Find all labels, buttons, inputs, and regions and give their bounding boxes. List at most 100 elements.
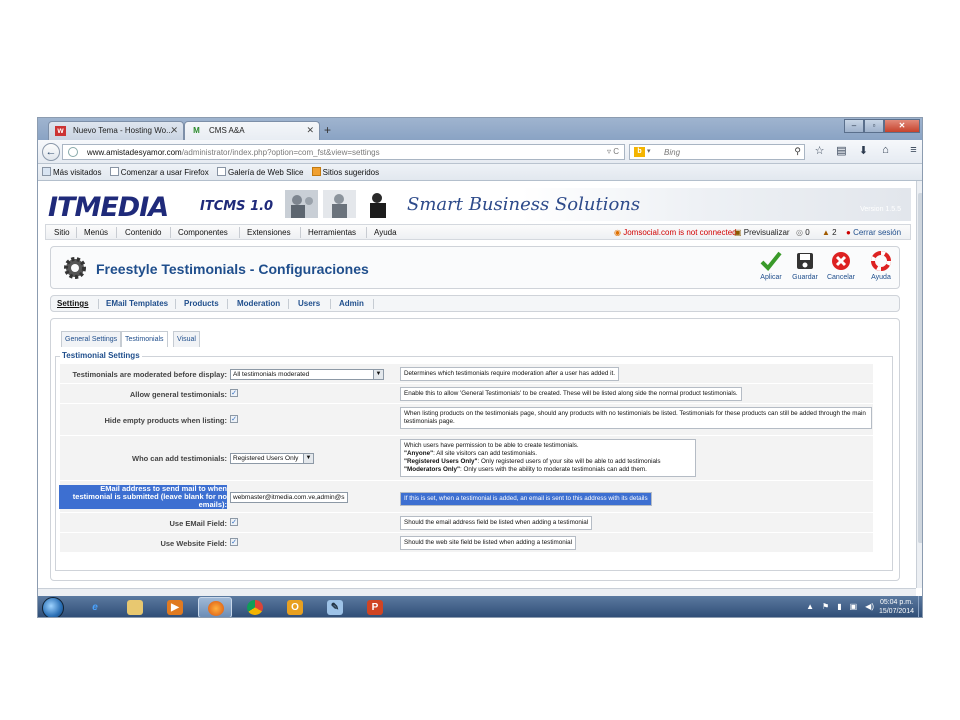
url-bar[interactable]: www.amistadesyamor.com/administrator/ind… — [62, 144, 625, 160]
logout-icon: ● — [846, 228, 854, 237]
tab-visual[interactable]: Visual — [173, 331, 200, 347]
setting-description: Determines which testimonials require mo… — [400, 367, 620, 381]
setting-label: Use Website Field: — [160, 539, 227, 548]
menu-divider — [300, 227, 301, 238]
taskbar-notes[interactable]: ✎ — [318, 597, 352, 617]
menu-divider — [239, 227, 240, 238]
menu-sitio[interactable]: Sitio — [54, 228, 70, 237]
jomsocial-status[interactable]: ◉ Jomsocial.com is not connected — [614, 228, 737, 237]
start-button[interactable] — [42, 597, 64, 617]
taskbar-outlook[interactable]: O — [278, 597, 312, 617]
show-desktop-button[interactable] — [918, 596, 922, 617]
menu-divider — [366, 227, 367, 238]
nav-toolbar-icons: ☆ ▤ ⬇ ⌂ ≡ — [812, 144, 921, 157]
banner-photo-2 — [323, 190, 356, 218]
tab-settings[interactable]: Settings — [57, 299, 89, 308]
vertical-scrollbar[interactable] — [916, 181, 922, 588]
downloads-icon[interactable]: ⬇ — [856, 144, 871, 157]
system-clock[interactable]: 05:04 p.m. 15/07/2014 — [879, 598, 914, 616]
search-bar[interactable]: b ▾ Bing ⚲ — [629, 144, 805, 160]
menu-extensiones[interactable]: Extensiones — [247, 228, 291, 237]
media-player-icon: ▶ — [167, 600, 183, 615]
who-can-add-select[interactable]: Registered Users Only ▼ — [230, 453, 314, 464]
logout-link[interactable]: ● Cerrar sesión — [846, 228, 901, 237]
cancel-button[interactable]: Cancelar — [823, 250, 859, 281]
menu-menus[interactable]: Menús — [84, 228, 108, 237]
tab-divider — [175, 299, 176, 309]
battery-icon[interactable]: ▣ — [850, 602, 858, 611]
page-icon — [42, 167, 51, 176]
taskbar-chrome[interactable] — [238, 597, 272, 617]
menu-herramientas[interactable]: Herramientas — [308, 228, 356, 237]
tab-users[interactable]: Users — [298, 299, 320, 308]
setting-row: Who can add testimonials: Registered Use… — [60, 436, 873, 481]
tray-expand-icon[interactable]: ▲ — [806, 602, 814, 611]
minimize-button[interactable]: – — [844, 119, 864, 133]
firefox-icon — [208, 601, 224, 616]
preview-icon: ▣ — [734, 228, 744, 237]
tab-products[interactable]: Products — [184, 299, 219, 308]
use-email-checkbox[interactable]: ✓ — [230, 518, 238, 526]
bookmark-star-icon[interactable]: ☆ — [812, 144, 827, 157]
warning-icon: ◉ — [614, 228, 624, 237]
setting-description: Enable this to allow 'General Testimonia… — [400, 387, 742, 401]
messages-count[interactable]: ◎ 0 — [796, 228, 810, 237]
hide-empty-checkbox[interactable]: ✓ — [230, 415, 238, 423]
back-button[interactable]: ← — [42, 143, 60, 161]
bookmarks-list-icon[interactable]: ▤ — [834, 144, 849, 157]
close-window-button[interactable]: ✕ — [884, 119, 920, 133]
volume-icon[interactable]: ◀) — [865, 602, 874, 611]
tab-general-settings[interactable]: General Settings — [61, 331, 122, 347]
bookmark-getting-started[interactable]: Comenzar a usar Firefox — [109, 167, 209, 177]
tab-moderation[interactable]: Moderation — [237, 299, 280, 308]
menu-divider — [116, 227, 117, 238]
network-icon[interactable]: ▮ — [837, 602, 841, 611]
tab-email-templates[interactable]: EMail Templates — [106, 299, 168, 308]
moderation-select[interactable]: All testimonials moderated ▼ — [230, 369, 384, 380]
home-icon[interactable]: ⌂ — [878, 144, 893, 157]
taskbar-ie[interactable]: e — [78, 597, 112, 617]
allow-general-checkbox[interactable]: ✓ — [230, 389, 238, 397]
menu-icon[interactable]: ≡ — [906, 144, 921, 157]
notify-email-input[interactable]: webmaster@itmedia.com.ve,admin@s — [230, 492, 348, 503]
bookmark-most-visited[interactable]: Más visitados — [42, 167, 101, 177]
taskbar-firefox[interactable] — [198, 597, 232, 617]
bing-icon[interactable]: b — [634, 147, 645, 157]
tab-divider — [373, 299, 374, 309]
taskbar-explorer[interactable] — [118, 597, 152, 617]
new-tab-button[interactable]: + — [324, 123, 331, 137]
cms-favicon-icon: M — [193, 126, 200, 135]
browser-tab-cms[interactable]: M CMS A&A ✕ — [184, 121, 320, 140]
taskbar-media-player[interactable]: ▶ — [158, 597, 192, 617]
maximize-button[interactable]: ▫ — [864, 119, 884, 133]
menu-componentes[interactable]: Componentes — [178, 228, 228, 237]
users-count[interactable]: ▲ 2 — [822, 228, 837, 237]
horizontal-scrollbar[interactable] — [38, 588, 916, 596]
preview-link[interactable]: ▣ Previsualizar — [734, 228, 790, 237]
bookmark-web-slice[interactable]: Galería de Web Slice — [216, 167, 303, 177]
tab-divider — [330, 299, 331, 309]
settings-subtabs: Settings EMail Templates Products Modera… — [50, 295, 900, 312]
taskbar-powerpoint[interactable]: P — [358, 597, 392, 617]
search-icon[interactable]: ⚲ — [794, 146, 801, 157]
menu-ayuda[interactable]: Ayuda — [374, 228, 397, 237]
tab-testimonials[interactable]: Testimonials — [121, 331, 168, 347]
search-engine-dropdown-icon[interactable]: ▾ — [647, 147, 651, 155]
apply-button[interactable]: Aplicar — [753, 250, 789, 281]
bookmark-suggested-sites[interactable]: Sitios sugeridos — [311, 167, 379, 177]
reload-icon[interactable]: ▿ C — [607, 147, 619, 156]
tab-admin[interactable]: Admin — [339, 299, 364, 308]
flag-icon[interactable]: ⚑ — [822, 602, 829, 611]
close-tab-icon[interactable]: ✕ — [170, 125, 178, 136]
browser-tab-hosting[interactable]: w Nuevo Tema - Hosting Wo... ✕ — [48, 121, 184, 140]
folder-icon — [127, 600, 143, 615]
use-website-checkbox[interactable]: ✓ — [230, 538, 238, 546]
save-button[interactable]: Guardar — [787, 250, 823, 281]
help-button[interactable]: Ayuda — [863, 250, 899, 281]
chevron-down-icon: ▼ — [303, 454, 313, 463]
menu-contenido[interactable]: Contenido — [125, 228, 161, 237]
scrollbar-thumb[interactable] — [918, 193, 922, 543]
chrome-icon — [247, 600, 263, 615]
description-line: Which users have permission to be able t… — [404, 442, 579, 449]
close-tab-icon[interactable]: ✕ — [306, 125, 314, 136]
